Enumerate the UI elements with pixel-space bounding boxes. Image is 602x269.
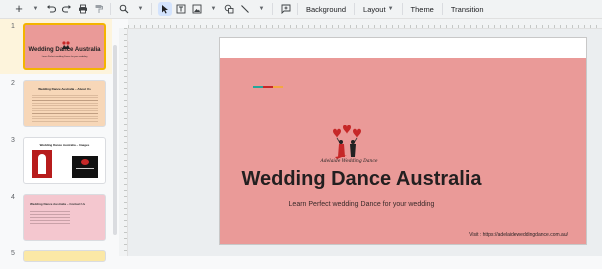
main-slide[interactable]: Adelaide Wedding Dance Wedding Dance Aus… bbox=[219, 37, 587, 245]
slide-visit-link[interactable]: Visit : https://adelaideweddingdance.com… bbox=[469, 232, 568, 238]
undo-button[interactable] bbox=[44, 2, 58, 16]
text-box-button[interactable] bbox=[174, 2, 188, 16]
slide-number: 1 bbox=[11, 23, 15, 30]
slide-thumbnail-2[interactable]: 2 Wedding Dance Australia – About Us bbox=[0, 79, 118, 129]
image-icon bbox=[192, 4, 202, 14]
slide-thumbnail-3[interactable]: 3 Wedding Dance Australia – Images bbox=[0, 136, 118, 186]
plus-icon: + bbox=[15, 1, 23, 16]
horizontal-ruler bbox=[128, 19, 602, 29]
toolbar-divider bbox=[297, 3, 298, 15]
slide-thumbnail-1[interactable]: 1 Wedding Dance Australia Learn Perfect … bbox=[0, 22, 118, 72]
slide-number: 2 bbox=[11, 80, 15, 87]
slide-header-band bbox=[220, 38, 586, 58]
toolbar-divider bbox=[401, 3, 403, 15]
redo-icon bbox=[62, 5, 71, 13]
paint-format-icon bbox=[95, 5, 103, 13]
thumb-image-right bbox=[72, 156, 98, 178]
toolbar-divider bbox=[151, 3, 152, 15]
slide-title[interactable]: Wedding Dance Australia bbox=[220, 168, 503, 191]
shape-button[interactable] bbox=[222, 2, 236, 16]
toolbar-divider bbox=[441, 3, 443, 15]
shapes-icon bbox=[224, 4, 234, 14]
select-tool-button[interactable] bbox=[158, 2, 172, 16]
toolbar-divider bbox=[110, 3, 111, 15]
insert-image-dropdown[interactable]: ▼ bbox=[206, 2, 220, 16]
caret-down-icon: ▼ bbox=[387, 6, 394, 12]
logo-text: Adelaide Wedding Dance bbox=[320, 159, 378, 164]
layout-button[interactable]: Layout ▼ bbox=[359, 2, 397, 16]
thumb-body-text bbox=[30, 211, 70, 225]
dancers-icon bbox=[335, 137, 358, 159]
caret-down-icon: ▼ bbox=[32, 6, 39, 12]
thumb-logo-icon bbox=[61, 36, 71, 49]
text-box-icon bbox=[176, 4, 186, 14]
zoom-dropdown[interactable]: ▼ bbox=[133, 2, 147, 16]
new-slide-button[interactable]: + bbox=[12, 2, 26, 16]
new-slide-dropdown[interactable]: ▼ bbox=[28, 2, 42, 16]
thumb-title: Wedding Dance Australia – Contact Us bbox=[30, 202, 86, 206]
layout-label: Layout bbox=[363, 4, 386, 14]
theme-button[interactable]: Theme bbox=[407, 2, 438, 16]
transition-button[interactable]: Transition bbox=[447, 2, 488, 16]
caret-down-icon: ▼ bbox=[137, 6, 144, 12]
filmstrip-scrollbar[interactable] bbox=[113, 45, 117, 235]
zoom-button[interactable] bbox=[117, 2, 131, 16]
paint-format-button[interactable] bbox=[92, 2, 106, 16]
thumb-title: Wedding Dance Australia – About Us bbox=[38, 87, 91, 91]
line-button[interactable] bbox=[238, 2, 252, 16]
line-icon bbox=[241, 5, 249, 13]
vertical-ruler bbox=[119, 28, 128, 256]
thumb-image-left bbox=[32, 150, 52, 178]
redo-button[interactable] bbox=[60, 2, 74, 16]
slide-thumbnail-image: Wedding Dance Australia – About Us bbox=[23, 80, 106, 127]
heart-balloon-icon bbox=[333, 124, 361, 138]
dance-logo: Adelaide Wedding Dance bbox=[320, 124, 378, 167]
slide-thumbnail-image bbox=[23, 250, 106, 262]
comment-icon bbox=[281, 4, 291, 14]
thumb-title: Wedding Dance Australia – Images bbox=[39, 143, 90, 147]
thumb-body-text bbox=[32, 95, 98, 123]
slide-number: 3 bbox=[11, 137, 15, 144]
slide-filmstrip: 1 Wedding Dance Australia Learn Perfect … bbox=[0, 19, 118, 262]
slide-subtitle[interactable]: Learn Perfect wedding Dance for your wed… bbox=[220, 201, 503, 208]
slide-thumbnail-5[interactable]: 5 bbox=[0, 249, 118, 269]
insert-image-button[interactable] bbox=[190, 2, 204, 16]
toolbar-divider bbox=[272, 3, 273, 15]
slide-thumbnail-image: Wedding Dance Australia – Contact Us bbox=[23, 194, 106, 241]
thumb-title: Wedding Dance Australia bbox=[28, 47, 101, 53]
slide-thumbnail-4[interactable]: 4 Wedding Dance Australia – Contact Us bbox=[0, 193, 118, 243]
add-comment-button[interactable] bbox=[279, 2, 293, 16]
caret-down-icon: ▼ bbox=[258, 6, 265, 12]
slide-thumbnail-image: Wedding Dance Australia Learn Perfect we… bbox=[23, 23, 106, 70]
undo-icon bbox=[47, 5, 56, 13]
print-icon bbox=[79, 4, 87, 14]
slide-thumbnail-image: Wedding Dance Australia – Images bbox=[23, 137, 106, 184]
zoom-icon bbox=[119, 4, 129, 14]
toolbar-divider bbox=[354, 3, 356, 15]
slide-number: 4 bbox=[11, 194, 15, 201]
cursor-icon bbox=[162, 5, 168, 14]
toolbar: + ▼ ▼ ▼ ▼ Background Layout ▼ Theme Tran… bbox=[0, 0, 602, 19]
background-button[interactable]: Background bbox=[302, 2, 350, 16]
line-dropdown[interactable]: ▼ bbox=[254, 2, 268, 16]
thumb-subtitle: Learn Perfect wedding Dance for your wed… bbox=[41, 56, 88, 58]
print-button[interactable] bbox=[76, 2, 90, 16]
accent-line bbox=[253, 86, 283, 88]
caret-down-icon: ▼ bbox=[210, 6, 217, 12]
